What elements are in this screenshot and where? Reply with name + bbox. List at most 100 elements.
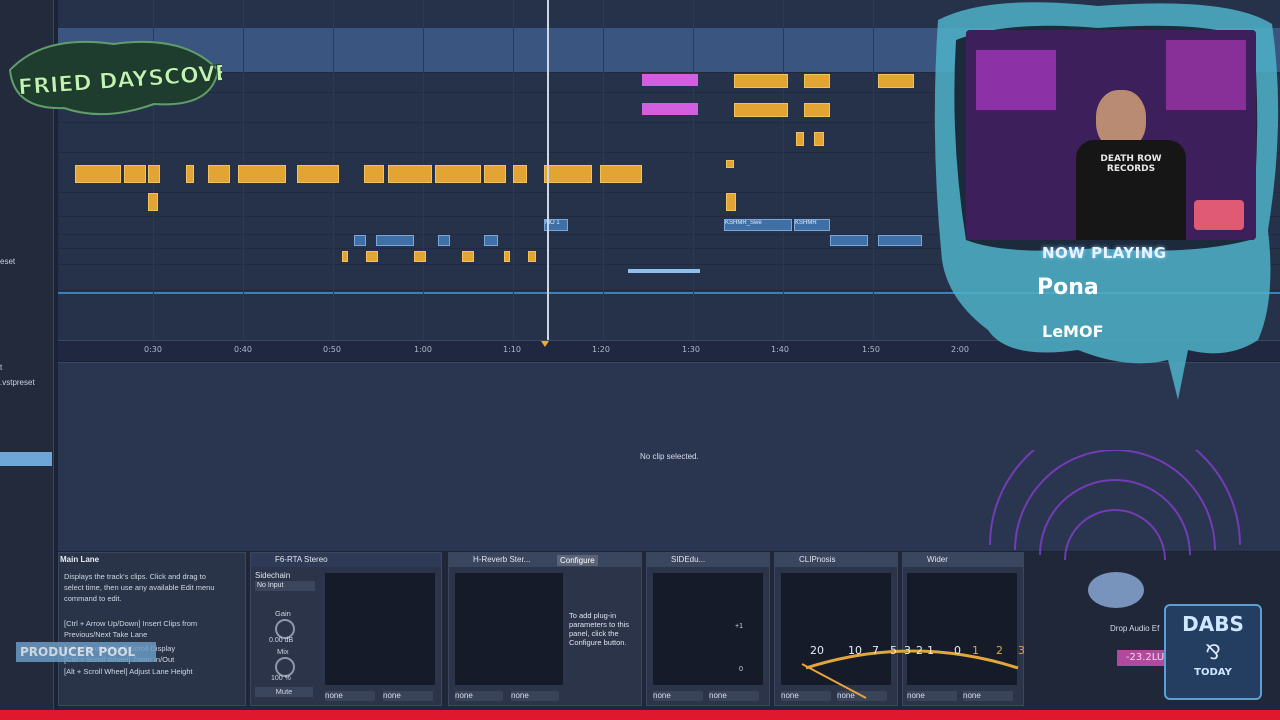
playhead[interactable] bbox=[547, 0, 549, 345]
status-bar bbox=[0, 710, 1280, 720]
audio-clip[interactable] bbox=[342, 251, 348, 262]
audio-clip[interactable] bbox=[814, 132, 824, 146]
audio-clip[interactable] bbox=[528, 251, 536, 262]
scale-top-label: +1 bbox=[735, 623, 743, 630]
macro-select[interactable]: none bbox=[325, 691, 375, 701]
audio-clip[interactable] bbox=[878, 235, 922, 246]
midi-clip[interactable] bbox=[642, 74, 698, 86]
audio-clip[interactable] bbox=[376, 235, 414, 246]
clip-label[interactable]: KSHMR_Swe bbox=[724, 219, 792, 231]
audio-clip[interactable] bbox=[804, 103, 830, 117]
audio-clip[interactable] bbox=[148, 165, 160, 183]
audio-clip[interactable] bbox=[75, 165, 121, 183]
macro-select[interactable]: none bbox=[511, 691, 559, 701]
audio-clip[interactable] bbox=[628, 269, 700, 273]
device-title[interactable]: SIDEdu... bbox=[647, 553, 769, 567]
audio-clip[interactable] bbox=[513, 165, 527, 183]
artist-name: LeMOF bbox=[1042, 322, 1104, 341]
mix-value: 100 % bbox=[271, 675, 291, 682]
audio-clip[interactable] bbox=[504, 251, 510, 262]
ruler-tick: 1:40 bbox=[771, 345, 789, 354]
audio-clip[interactable] bbox=[438, 235, 450, 246]
device-title[interactable]: F6-RTA Stereo bbox=[251, 553, 441, 567]
gain-label: Gain bbox=[275, 609, 291, 618]
vu-scale: 10 bbox=[848, 644, 862, 657]
audio-clip[interactable] bbox=[297, 165, 339, 183]
audio-clip[interactable] bbox=[238, 165, 286, 183]
device-title[interactable]: H-Reverb Ster... bbox=[449, 553, 641, 567]
audio-clip[interactable] bbox=[734, 103, 788, 117]
audio-clip[interactable] bbox=[186, 165, 194, 183]
vu-scale: 3 bbox=[904, 644, 911, 657]
audio-clip[interactable] bbox=[435, 165, 481, 183]
producer-pool-badge: PRODUCER POOL bbox=[16, 642, 156, 662]
audio-clip[interactable] bbox=[796, 132, 804, 146]
browser-selected-item[interactable] bbox=[0, 452, 52, 466]
audio-clip[interactable] bbox=[878, 74, 914, 88]
ruler-tick: 0:40 bbox=[234, 345, 252, 354]
audio-clip[interactable] bbox=[354, 235, 366, 246]
streamer-shirt: DEATH ROW RECORDS bbox=[1076, 140, 1186, 240]
info-line: select time, then use any available Edit… bbox=[64, 583, 215, 592]
ruler-tick: 0:30 bbox=[144, 345, 162, 354]
audio-clip[interactable] bbox=[364, 165, 384, 183]
drop-audio-label: Drop Audio Ef bbox=[1110, 624, 1160, 633]
mix-knob[interactable] bbox=[275, 657, 295, 677]
configure-hint: To add plug-in parameters to this panel,… bbox=[569, 611, 630, 647]
audio-clip[interactable] bbox=[830, 235, 868, 246]
audio-clip[interactable] bbox=[804, 74, 830, 88]
audio-clip[interactable] bbox=[462, 251, 474, 262]
audio-clip[interactable] bbox=[124, 165, 146, 183]
dabs-sub: TODAY bbox=[1194, 667, 1232, 678]
audio-clip[interactable] bbox=[726, 193, 736, 211]
audio-clip[interactable] bbox=[600, 165, 642, 183]
ruler-tick: 1:30 bbox=[682, 345, 700, 354]
dabs-icon: ⅋ bbox=[1205, 642, 1221, 664]
vu-scale: 2 bbox=[996, 644, 1003, 657]
device-title[interactable]: CLIPnosis bbox=[775, 553, 897, 567]
macro-select[interactable]: none bbox=[383, 691, 433, 701]
audio-clip[interactable] bbox=[734, 74, 788, 88]
ruler-tick: 0:50 bbox=[323, 345, 341, 354]
gridline bbox=[783, 0, 784, 340]
ruler-tick: 1:20 bbox=[592, 345, 610, 354]
device-f6-rta[interactable]: F6-RTA Stereo Sidechain No Input Gain 0.… bbox=[250, 552, 442, 706]
midi-clip[interactable] bbox=[642, 103, 698, 115]
browser-item[interactable]: eset bbox=[0, 257, 15, 266]
gridline bbox=[873, 0, 874, 340]
plugin-display bbox=[455, 573, 563, 685]
scale-bottom-label: 0 bbox=[739, 666, 743, 673]
ruler-tick: 1:10 bbox=[503, 345, 521, 354]
gain-value: 0.00 dB bbox=[269, 637, 294, 644]
clip-label[interactable]: KSHMR bbox=[794, 219, 830, 231]
device-h-reverb[interactable]: H-Reverb Ster... Configure To add plug-i… bbox=[448, 552, 642, 706]
macro-select[interactable]: none bbox=[653, 691, 703, 701]
gridline bbox=[693, 0, 694, 340]
gain-knob[interactable] bbox=[275, 619, 295, 639]
audio-clip[interactable] bbox=[484, 235, 498, 246]
info-title: Main Lane bbox=[60, 555, 100, 564]
mute-button[interactable]: Mute bbox=[255, 687, 313, 697]
audio-clip[interactable] bbox=[388, 165, 432, 183]
device-sideduck[interactable]: SIDEdu... +1 0 none none bbox=[646, 552, 770, 706]
audio-clip[interactable] bbox=[544, 165, 592, 183]
browser-item[interactable]: .vstpreset bbox=[0, 378, 35, 387]
sidechain-input-select[interactable]: No Input bbox=[255, 581, 315, 591]
audio-clip[interactable] bbox=[726, 160, 734, 168]
vu-scale: 3 bbox=[1018, 644, 1025, 657]
info-line: [Ctrl + Arrow Up/Down] Insert Clips from bbox=[64, 619, 198, 628]
audio-clip[interactable] bbox=[366, 251, 378, 262]
vu-scale: 5 bbox=[890, 644, 897, 657]
audio-clip[interactable] bbox=[148, 193, 158, 211]
ducking-display bbox=[653, 573, 763, 685]
macro-select[interactable]: none bbox=[709, 691, 759, 701]
loop-marker[interactable] bbox=[541, 341, 549, 347]
macro-select[interactable]: none bbox=[455, 691, 503, 701]
audio-clip[interactable] bbox=[208, 165, 230, 183]
vu-scale: 7 bbox=[872, 644, 879, 657]
audio-clip[interactable] bbox=[484, 165, 506, 183]
audio-clip[interactable] bbox=[414, 251, 426, 262]
browser-item[interactable]: t bbox=[0, 363, 2, 372]
configure-button[interactable]: Configure bbox=[557, 555, 598, 566]
info-line: command to edit. bbox=[64, 594, 122, 603]
